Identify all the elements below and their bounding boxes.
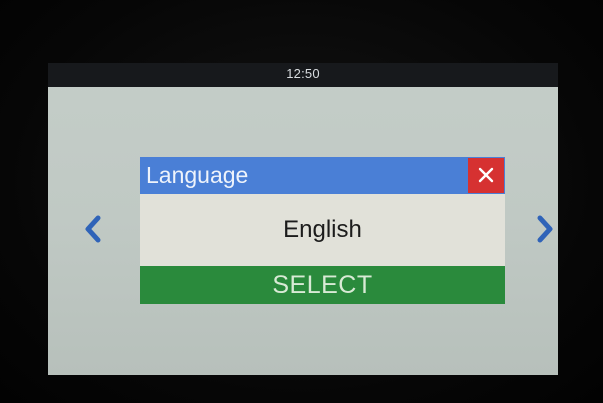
select-button[interactable]: SELECT — [140, 266, 505, 304]
dialog-title: Language — [146, 162, 249, 188]
language-dialog: Language English SELECT — [140, 157, 505, 304]
dialog-header: Language — [140, 157, 505, 194]
language-display: English — [140, 194, 505, 266]
chevron-left-icon — [85, 215, 101, 243]
select-button-label: SELECT — [272, 271, 373, 299]
status-bar: 12:50 — [48, 63, 558, 87]
status-time: 12:50 — [286, 66, 320, 81]
current-language-value: English — [283, 216, 362, 243]
next-language-button[interactable] — [535, 215, 555, 243]
device-bezel: 12:50 Language English SELECT — [0, 0, 603, 403]
device-screen: 12:50 Language English SELECT — [48, 63, 558, 375]
previous-language-button[interactable] — [83, 215, 103, 243]
chevron-right-icon — [537, 215, 553, 243]
close-icon — [478, 167, 494, 183]
close-button[interactable] — [468, 158, 504, 193]
